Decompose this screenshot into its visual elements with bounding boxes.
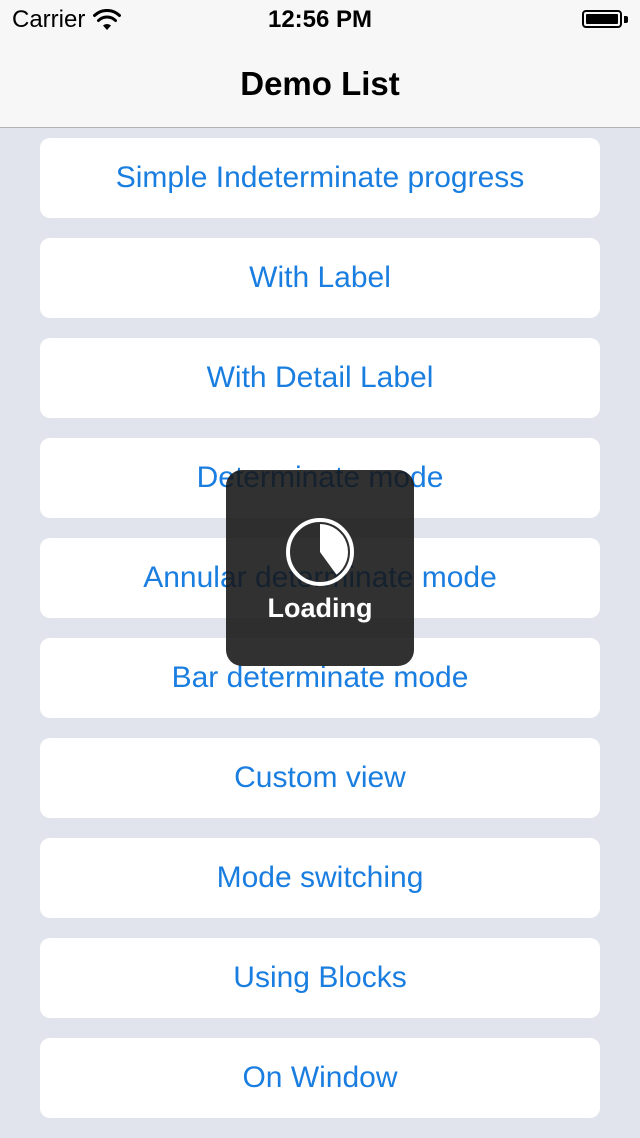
battery-fill — [586, 14, 618, 24]
progress-hud: Loading — [226, 470, 414, 666]
status-time: 12:56 PM — [267, 6, 373, 33]
status-bar: Carrier 12:56 PM — [0, 0, 640, 40]
battery-icon — [582, 10, 628, 30]
list-item-with-detail-label[interactable]: With Detail Label — [40, 338, 600, 418]
list-item-using-blocks[interactable]: Using Blocks — [40, 938, 600, 1018]
battery-body — [582, 10, 622, 28]
list-item-with-label[interactable]: With Label — [40, 238, 600, 318]
hud-label: Loading — [267, 593, 373, 623]
navigation-bar: Demo List — [0, 40, 640, 128]
page-title: Demo List — [240, 65, 400, 102]
list-item-simple-indeterminate[interactable]: Simple Indeterminate progress — [40, 138, 600, 218]
list-item-custom-view[interactable]: Custom view — [40, 738, 600, 818]
list-item-mode-switching[interactable]: Mode switching — [40, 838, 600, 918]
pie-progress-icon — [286, 518, 354, 586]
list-item-on-window[interactable]: On Window — [40, 1038, 600, 1118]
battery-tip — [624, 16, 628, 23]
